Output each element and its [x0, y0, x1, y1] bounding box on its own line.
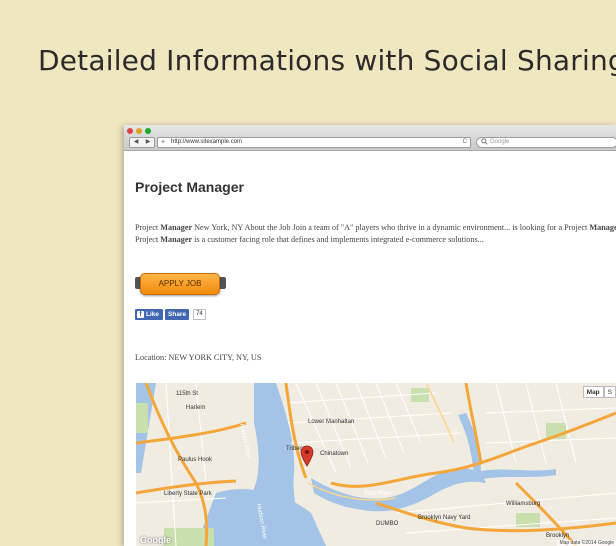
- google-logo: Google: [140, 535, 171, 545]
- description-line: Project Manager is a customer facing rol…: [135, 234, 616, 246]
- forward-arrow-icon[interactable]: ▶: [142, 138, 154, 147]
- browser-toolbar: ◀ ▶ + http://www.sitexample.com C Google: [124, 125, 616, 151]
- desc-keyword: Manager: [160, 223, 193, 232]
- map-label: 115th St: [176, 391, 198, 397]
- desc-keyword: Manager: [589, 223, 616, 232]
- map-label: Williamsburg: [506, 501, 541, 507]
- description-line: Project Manager New York, NY About the J…: [135, 222, 616, 234]
- map-label: East River: [364, 491, 392, 497]
- desc-text: Project: [135, 223, 161, 232]
- desc-text: is a customer facing role that defines a…: [192, 235, 484, 244]
- facebook-like-button[interactable]: f Like: [135, 309, 164, 320]
- map-copyright: Map data ©2014 Google: [557, 540, 616, 546]
- desc-text: New York, NY About the Job Join a team o…: [192, 223, 590, 232]
- desc-text: Project: [135, 235, 161, 244]
- desc-keyword: Manager: [160, 235, 193, 244]
- minimize-window-button[interactable]: [136, 128, 142, 134]
- zoom-window-button[interactable]: [145, 128, 151, 134]
- map-label: Brooklyn Navy Yard: [418, 515, 471, 521]
- map-label: Brooklyn: [546, 533, 570, 539]
- like-label: Like: [146, 311, 160, 318]
- facebook-icon: f: [137, 311, 144, 318]
- map-label: Liberty State Park: [164, 491, 212, 497]
- page-headline: Detailed Informations with Social Sharin…: [38, 44, 616, 77]
- map-type-map-button[interactable]: Map: [582, 386, 604, 398]
- map-label: DUMBO: [376, 521, 399, 527]
- browser-window: ◀ ▶ + http://www.sitexample.com C Google…: [124, 125, 616, 546]
- map-label: Lower Manhattan: [308, 419, 355, 425]
- job-title: Project Manager: [135, 179, 244, 195]
- map-type-satellite-button[interactable]: S: [603, 386, 616, 398]
- search-icon: [481, 138, 488, 149]
- apply-job-control: APPLY JOB: [135, 273, 227, 295]
- facebook-share-button[interactable]: Share: [165, 309, 190, 320]
- nav-buttons: ◀ ▶: [129, 137, 155, 148]
- apply-job-button[interactable]: APPLY JOB: [140, 273, 220, 295]
- map-label: Paulus Hook: [178, 457, 213, 463]
- job-location: Location: NEW YORK CITY, NY, US: [135, 353, 262, 362]
- share-count: 74: [193, 309, 206, 320]
- search-field[interactable]: Google: [476, 137, 616, 148]
- plus-icon[interactable]: +: [161, 138, 165, 147]
- url-text: http://www.sitexample.com: [171, 139, 243, 145]
- close-window-button[interactable]: [127, 128, 133, 134]
- location-map[interactable]: 115th St Harlem Paulus Hook Liberty Stat…: [136, 383, 616, 546]
- map-label: Chinatown: [320, 451, 349, 457]
- social-sharing: f Like Share 74: [135, 309, 206, 320]
- back-arrow-icon[interactable]: ◀: [130, 138, 142, 147]
- search-placeholder: Google: [490, 139, 510, 145]
- map-type-control: Map S: [582, 386, 616, 398]
- reload-icon[interactable]: C: [463, 138, 467, 147]
- job-description: Project Manager New York, NY About the J…: [135, 222, 616, 246]
- location-pin-icon[interactable]: [300, 445, 314, 467]
- map-label: Harlem: [186, 405, 206, 411]
- address-bar[interactable]: + http://www.sitexample.com C: [157, 137, 471, 148]
